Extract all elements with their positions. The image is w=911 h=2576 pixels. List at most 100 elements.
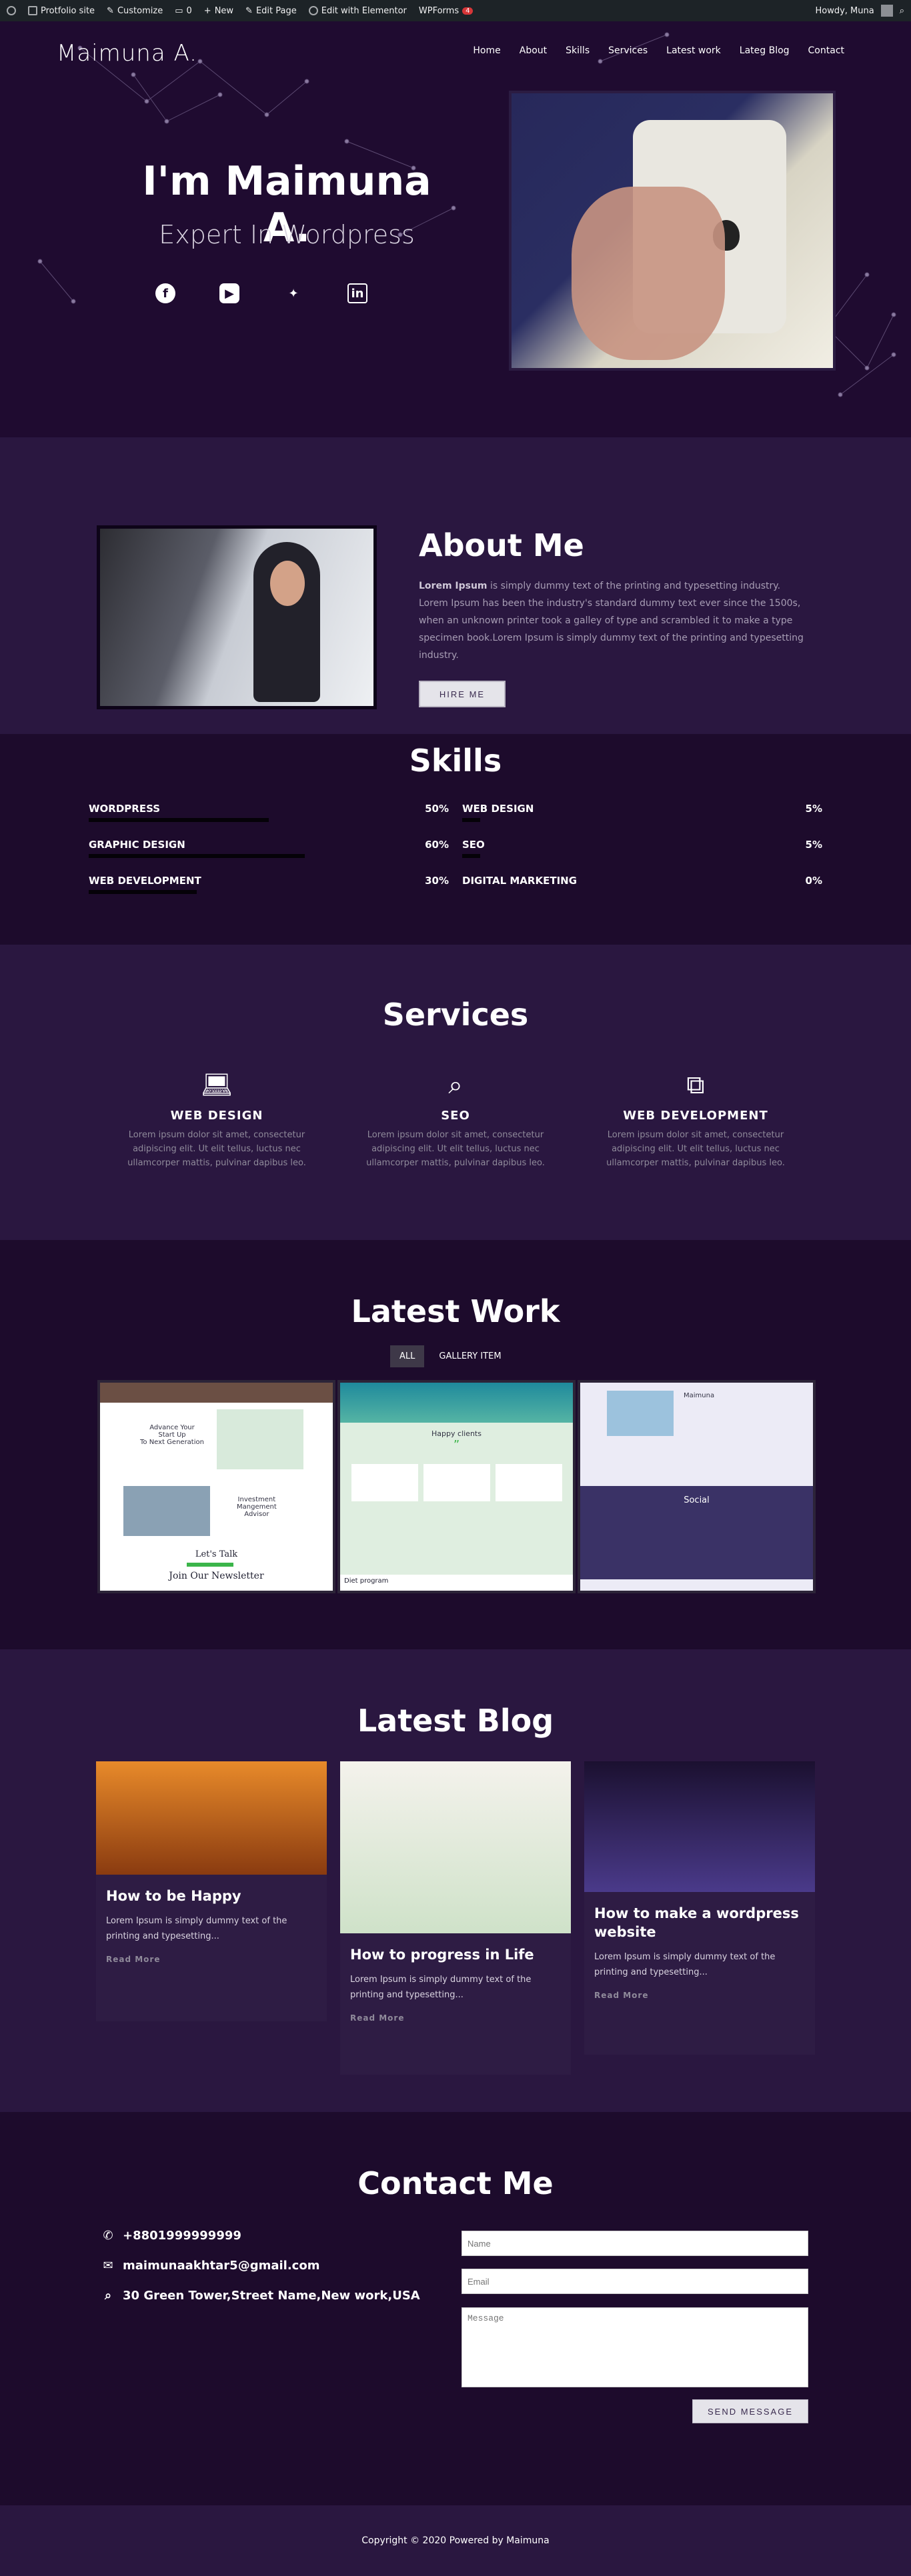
admin-comments-link[interactable]: ▭ 0 bbox=[175, 6, 192, 16]
wp-admin-bar: Protfolio site ✎ Customize ▭ 0 + New ✎ Edit … bbox=[0, 0, 911, 21]
services-section: Services 💻︎ WEB DESIGN Lorem ipsum dolor… bbox=[0, 945, 911, 1240]
home-icon bbox=[28, 6, 37, 15]
wpforms-badge: 4 bbox=[462, 7, 474, 15]
post-title[interactable]: How to make a wordpress website bbox=[594, 1904, 805, 1941]
send-message-button[interactable]: SEND MESSAGE bbox=[692, 2399, 808, 2423]
admin-wpforms-link[interactable]: WPForms 4 bbox=[419, 6, 474, 16]
skill-bar bbox=[462, 854, 822, 858]
post-excerpt: Lorem Ipsum is simply dummy text of the … bbox=[594, 1952, 776, 1977]
skill-bar bbox=[89, 854, 449, 858]
filter-gallery-item[interactable]: GALLERY ITEM bbox=[429, 1345, 510, 1367]
work-card[interactable]: Advance Your Start Up To Next Generation… bbox=[97, 1380, 335, 1593]
skill-bar-fill bbox=[462, 818, 480, 822]
admin-new-link[interactable]: + New bbox=[204, 6, 233, 16]
admin-customize-link[interactable]: ✎ Customize bbox=[107, 6, 163, 16]
jars-image bbox=[217, 1409, 303, 1469]
nav-contact[interactable]: Contact bbox=[808, 45, 844, 56]
skill-row: GRAPHIC DESIGN 60% bbox=[89, 839, 449, 865]
skill-percent: 30% bbox=[425, 875, 449, 887]
avatar bbox=[880, 5, 893, 17]
about-section: About Me Lorem Ipsum is simply dummy tex… bbox=[0, 437, 911, 734]
card2-banner bbox=[340, 1383, 573, 1423]
facebook-icon[interactable]: f bbox=[155, 283, 175, 303]
comment-icon: ▭ bbox=[175, 5, 183, 16]
search-icon[interactable]: ⌕ bbox=[900, 6, 904, 16]
skill-name: SEO bbox=[462, 839, 485, 851]
contact-title: Contact Me bbox=[357, 2165, 554, 2201]
message-field[interactable] bbox=[462, 2307, 808, 2387]
post-title[interactable]: How to be Happy bbox=[106, 1887, 317, 1905]
phone-text: +8801999999999 bbox=[123, 2229, 241, 2243]
nav-about[interactable]: About bbox=[520, 45, 547, 56]
blog-image-wordpress bbox=[584, 1761, 815, 1892]
admin-elementor-link[interactable]: Edit with Elementor bbox=[308, 6, 407, 16]
blog-post[interactable]: How to make a wordpress website Lorem Ip… bbox=[584, 1761, 815, 2055]
hero-photo bbox=[509, 91, 836, 371]
nav-latest-work[interactable]: Latest work bbox=[666, 45, 721, 56]
card1-line1: Advance Your bbox=[149, 1424, 195, 1431]
contact-section: Contact Me ✆ +8801999999999 ✉ maimunaakhta… bbox=[0, 2112, 911, 2505]
nav-services[interactable]: Services bbox=[608, 45, 648, 56]
service-card: 💻︎ WEB DESIGN Lorem ipsum dolor sit amet… bbox=[107, 1070, 327, 1170]
elementor-icon bbox=[308, 6, 318, 15]
filter-all[interactable]: ALL bbox=[390, 1345, 425, 1367]
read-more-link[interactable]: Read More bbox=[106, 1955, 317, 1964]
work-card[interactable]: Happy clients ” Diet program bbox=[337, 1380, 576, 1593]
card1-line2: Start Up bbox=[158, 1431, 186, 1439]
service-text: Lorem ipsum dolor sit amet, consectetur … bbox=[127, 1130, 306, 1168]
laptop-image bbox=[123, 1486, 210, 1536]
card2-testimonials bbox=[340, 1464, 573, 1501]
nav-skills[interactable]: Skills bbox=[566, 45, 590, 56]
card2-quote: ” bbox=[453, 1438, 460, 1452]
email-field[interactable] bbox=[462, 2269, 808, 2294]
main-nav: Maimuna A. Home About Skills Services La… bbox=[0, 33, 911, 67]
card-header-image bbox=[100, 1383, 333, 1403]
skill-row: WEB DESIGN 5% bbox=[462, 803, 822, 829]
admin-site-link[interactable]: Protfolio site bbox=[28, 6, 95, 16]
work-filters: ALL GALLERY ITEM bbox=[390, 1345, 511, 1367]
site-logo[interactable]: Maimuna A. bbox=[57, 40, 197, 67]
card2-heading: Happy clients bbox=[431, 1429, 482, 1438]
nav-latest-blog[interactable]: Lateg Blog bbox=[740, 45, 790, 56]
social-links: f ▶ ✦ in bbox=[155, 283, 367, 303]
skills-title: Skills bbox=[409, 743, 502, 779]
linkedin-icon[interactable]: in bbox=[347, 283, 367, 303]
read-more-link[interactable]: Read More bbox=[350, 2013, 561, 2023]
card1-advisor-line: Advisor bbox=[244, 1511, 269, 1518]
pencil-icon: ✎ bbox=[245, 5, 253, 16]
twitter-icon[interactable]: ✦ bbox=[283, 283, 303, 303]
post-title[interactable]: How to progress in Life bbox=[350, 1945, 561, 1964]
name-field[interactable] bbox=[462, 2231, 808, 2256]
blog-post[interactable]: How to progress in Life Lorem Ipsum is s… bbox=[340, 1761, 571, 2075]
card3-photo bbox=[607, 1391, 674, 1436]
skill-bar-fill bbox=[462, 854, 480, 858]
blog-post[interactable]: How to be Happy Lorem Ipsum is simply du… bbox=[96, 1761, 327, 2021]
youtube-icon[interactable]: ▶ bbox=[219, 283, 239, 303]
about-lead: Lorem Ipsum bbox=[419, 581, 488, 591]
testimonial-box bbox=[495, 1464, 562, 1501]
contact-phone: ✆ +8801999999999 bbox=[101, 2229, 241, 2243]
work-card[interactable]: Maimuna Social bbox=[578, 1380, 816, 1593]
wordpress-logo-icon[interactable] bbox=[7, 6, 16, 15]
hand-shape bbox=[572, 187, 725, 360]
admin-account-menu[interactable]: Howdy, Muna ⌕ bbox=[815, 5, 904, 17]
nav-home[interactable]: Home bbox=[473, 45, 500, 56]
footer: Copyright © 2020 Powered by Maimuna bbox=[0, 2505, 911, 2576]
face-shape bbox=[270, 561, 305, 606]
card1-advisor-line: Investment bbox=[237, 1496, 276, 1503]
skill-bar-fill bbox=[89, 854, 305, 858]
admin-edit-page-link[interactable]: ✎ Edit Page bbox=[245, 6, 297, 16]
card1-newsletter: Join Our Newsletter bbox=[169, 1571, 264, 1581]
location-icon: ⌕ bbox=[104, 2289, 112, 2303]
skill-percent: 5% bbox=[805, 803, 822, 815]
skills-section: Skills WORDPRESS 50% WEB DESIGN 5% GRAPH… bbox=[0, 734, 911, 945]
about-text: Lorem Ipsum is simply dummy text of the … bbox=[419, 577, 812, 664]
brush-icon: ✎ bbox=[107, 5, 114, 16]
hire-me-button[interactable]: HIRE ME bbox=[419, 681, 506, 707]
service-title: WEB DESIGN bbox=[170, 1109, 263, 1123]
read-more-link[interactable]: Read More bbox=[594, 1991, 805, 2000]
laptop-icon: 💻︎ bbox=[200, 1070, 233, 1099]
mail-icon: ✉ bbox=[103, 2259, 113, 2273]
hero-subtitle: Expert In Wordpress bbox=[159, 220, 415, 249]
skill-row: WEB DEVELOPMENT 30% bbox=[89, 875, 449, 901]
